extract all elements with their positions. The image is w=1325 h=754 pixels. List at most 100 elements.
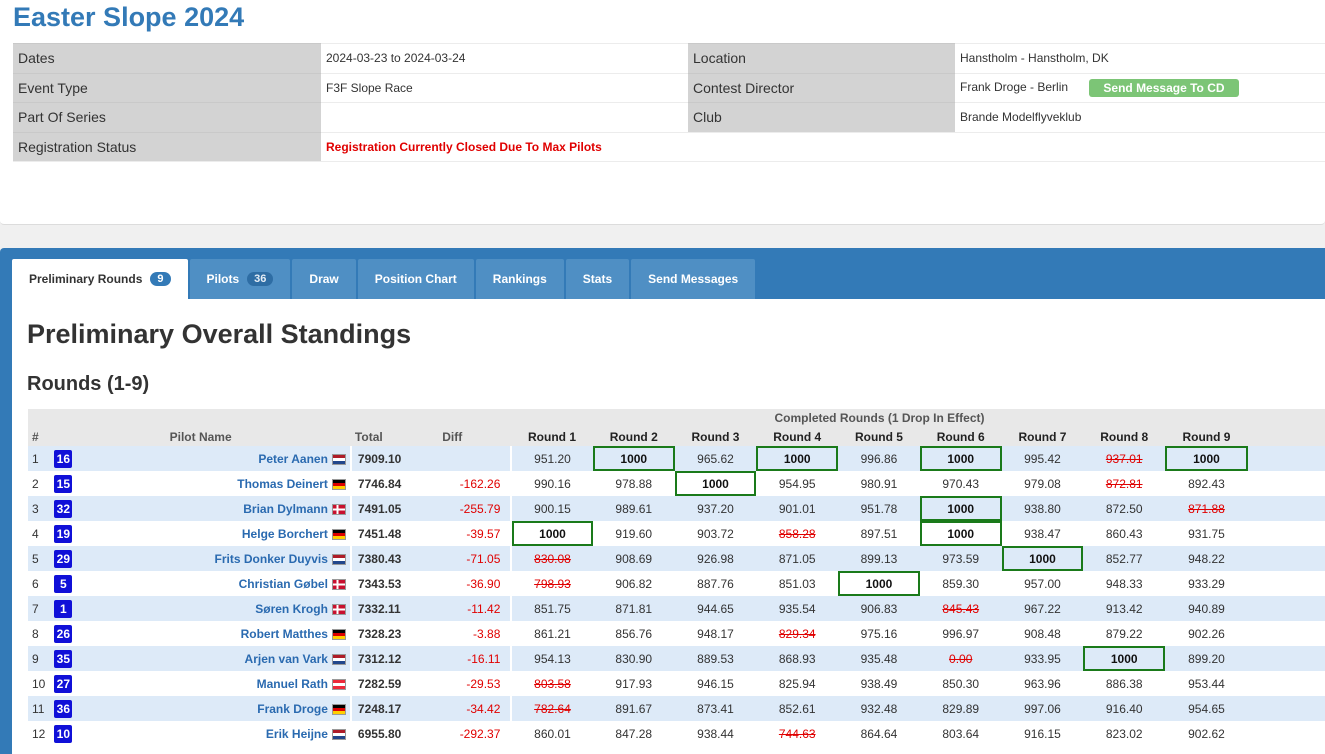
standings-row: 4 19 Helge Borchert 7451.48 -39.57 1000 919.60… [28,521,1325,546]
pilot-name-link[interactable]: Frits Donker Duyvis [215,552,328,566]
pilot-name-link[interactable]: Søren Krogh [255,602,328,616]
bib-cell: 1 [50,596,73,621]
total-score-cell: 6955.80 [349,721,439,746]
round-score-cell: 937.01 [1083,446,1166,471]
bib-number-badge: 19 [54,524,73,543]
series-label: Part Of Series [13,102,321,132]
tab-draw[interactable]: Draw [292,259,356,299]
total-score-cell: 7312.12 [349,646,439,671]
bib-cell: 26 [50,621,73,646]
round-score-cell: 899.13 [838,546,920,571]
round-score-cell: 917.93 [592,671,675,696]
round-score-cell: 938.44 [674,721,757,746]
round-score-cell: 1000 [1165,446,1248,471]
pilot-name-cell: Robert Matthes [70,621,351,646]
round-score-cell: 996.97 [919,621,1002,646]
location-value: Hanstholm - Hanstholm, DK [955,43,1325,73]
round-score-cell: 953.44 [1165,671,1248,696]
total-score-cell: 7282.59 [349,671,439,696]
pilot-name-link[interactable]: Frank Droge [257,702,328,716]
pilot-name-link[interactable]: Peter Aanen [258,452,328,466]
round-score-cell: 931.75 [1165,521,1248,546]
tab-position-chart[interactable]: Position Chart [357,259,474,299]
diff-cell: -292.37 [438,721,512,746]
header-pilot-name: Pilot Name [50,427,351,446]
round-score-cell: 856.76 [592,621,675,646]
diff-cell: -162.26 [438,471,512,496]
round-score-cell: 938.47 [1001,521,1084,546]
tab-send-messages[interactable]: Send Messages [631,259,756,299]
group-header-spacer [28,409,512,427]
country-flag-icon [331,553,346,565]
bib-number-badge: 15 [54,474,73,493]
diff-cell: -16.11 [438,646,512,671]
standings-row: 7 1 Søren Krogh 7332.11 -11.42 851.75 871.81 94… [28,596,1325,621]
pilot-name-link[interactable]: Helge Borchert [242,527,328,541]
pilot-name-link[interactable]: Robert Matthes [241,627,328,641]
event-info-card: Easter Slope 2024 Dates 2024-03-23 to 20… [0,0,1325,225]
round-score-cell: 916.15 [1001,721,1084,746]
position-cell: 4 [28,521,51,546]
total-score-cell: 7328.23 [349,621,439,646]
tab-rankings[interactable]: Rankings [475,259,564,299]
pilot-name-cell: Manuel Rath [70,671,351,696]
event-info-table: Dates 2024-03-23 to 2024-03-24 Location … [13,43,1325,162]
country-flag-icon [331,653,346,665]
bib-number-badge: 5 [54,574,73,593]
position-cell: 8 [28,621,51,646]
round-score-cell: 954.95 [756,471,839,496]
rounds-subtitle: Rounds (1-9) [27,373,150,395]
round-score-cell: 948.22 [1165,546,1248,571]
bib-number-badge: 29 [54,549,73,568]
round-score-cell: 1000 [919,521,1003,546]
send-message-to-cd-button[interactable]: Send Message To CD [1089,78,1239,97]
round-score-cell: 963.96 [1001,671,1084,696]
round-score-cell: 829.89 [919,696,1002,721]
round-score-cell: 935.48 [838,646,920,671]
header-round-2: Round 2 [592,427,675,446]
round-score-cell: 933.95 [1001,646,1084,671]
bib-cell: 5 [50,571,73,596]
round-score-cell: 879.22 [1083,621,1166,646]
round-score-cell: 892.43 [1165,471,1248,496]
pilot-name-link[interactable]: Thomas Deinert [237,477,328,491]
pilot-name-link[interactable]: Arjen van Vark [245,652,328,666]
row-end-cell [1247,596,1325,621]
pilot-name-link[interactable]: Manuel Rath [257,677,328,691]
row-end-cell [1247,671,1325,696]
standings-row: 9 35 Arjen van Vark 7312.12 -16.11 954.13 830.… [28,646,1325,671]
club-label: Club [688,102,955,132]
round-score-cell: 954.13 [510,646,593,671]
round-score-cell: 957.00 [1001,571,1084,596]
round-score-cell: 850.30 [919,671,1002,696]
round-score-cell: 845.43 [919,596,1002,621]
bib-number-badge: 1 [54,599,73,618]
round-score-cell: 0.00 [919,646,1002,671]
round-score-cell: 954.65 [1165,696,1248,721]
pilot-name-cell: Peter Aanen [70,446,351,471]
pilot-name-link[interactable]: Christian Gøbel [239,577,328,591]
total-score-cell: 7332.11 [349,596,439,621]
total-score-cell: 7451.48 [349,521,439,546]
location-label: Location [688,43,955,73]
bib-number-badge: 27 [54,674,73,693]
pilot-name-cell: Brian Dylmann [70,496,351,521]
contest-director-cell: Frank Droge - Berlin Send Message To CD [955,72,1325,103]
country-flag-icon [331,703,346,715]
round-score-cell: 913.42 [1083,596,1166,621]
header-position: # [28,427,51,446]
round-score-cell: 1000 [674,471,757,496]
registration-status-value: Registration Currently Closed Due To Max… [321,131,1325,162]
pilot-name-link[interactable]: Erik Heijne [266,727,328,741]
header-round-3: Round 3 [674,427,757,446]
tab-pilots[interactable]: Pilots 36 [189,259,291,299]
round-score-cell: 803.64 [919,721,1002,746]
tab-preliminary-rounds[interactable]: Preliminary Rounds 9 [12,259,188,299]
bib-cell: 10 [50,721,73,746]
tab-stats[interactable]: Stats [565,259,630,299]
club-value: Brande Modelflyveklub [955,102,1325,132]
round-score-cell: 978.88 [592,471,675,496]
pilot-name-link[interactable]: Brian Dylmann [243,502,328,516]
round-score-cell: 887.76 [674,571,757,596]
standings-row: 3 32 Brian Dylmann 7491.05 -255.79 900.15 989.… [28,496,1325,521]
